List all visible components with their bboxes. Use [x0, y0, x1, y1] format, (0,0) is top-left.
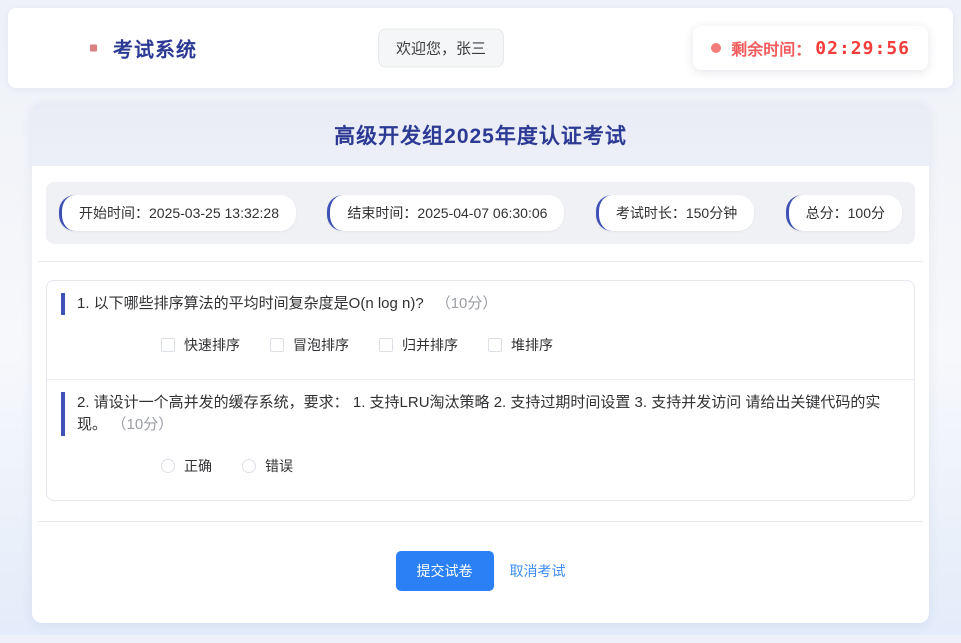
checkbox-option-quicksort[interactable]: 快速排序 [161, 335, 240, 355]
radio-icon[interactable] [242, 459, 256, 473]
meta-duration: 考试时长：150分钟 [595, 195, 755, 231]
question-2-score: （10分） [119, 416, 174, 433]
checkbox-option-mergesort[interactable]: 归并排序 [379, 335, 458, 355]
radio-option-correct[interactable]: 正确 [161, 456, 212, 476]
question-2-text: 2. 请设计一个高并发的缓存系统，要求： 1. 支持LRU淘汰策略 2. 支持过… [77, 394, 881, 433]
timer-label: 剩余时间： [731, 42, 812, 59]
timer-dot-icon [711, 43, 722, 53]
remaining-time-card: 剩余时间： 02:29:56 [693, 26, 928, 70]
radio-option-wrong[interactable]: 错误 [242, 456, 293, 476]
brand: 考试系统 [90, 34, 197, 63]
question-2-options: 正确 错误 [161, 456, 890, 476]
app-title: 考试系统 [113, 39, 197, 62]
checkbox-option-bubblesort[interactable]: 冒泡排序 [270, 335, 349, 355]
checkbox-icon[interactable] [488, 338, 502, 352]
radio-icon[interactable] [161, 459, 175, 473]
exam-title-band: 高级开发组2025年度认证考试 [32, 103, 929, 166]
meta-total-score: 总分：100分 [785, 195, 902, 231]
checkbox-option-heapsort[interactable]: 堆排序 [488, 335, 553, 355]
option-label[interactable]: 快速排序 [184, 335, 240, 355]
meta-start-time: 开始时间：2025-03-25 13:32:28 [59, 195, 296, 231]
checkbox-icon[interactable] [379, 338, 393, 352]
logo-icon [90, 44, 97, 52]
option-label[interactable]: 归并排序 [402, 335, 458, 355]
option-label[interactable]: 错误 [265, 456, 293, 476]
question-1: 1. 以下哪些排序算法的平均时间复杂度是O(n log n)? （10分） 快速排… [47, 281, 914, 379]
cancel-exam-link[interactable]: 取消考试 [510, 561, 566, 581]
question-1-title: 1. 以下哪些排序算法的平均时间复杂度是O(n log n)? （10分） [61, 293, 890, 315]
divider [38, 261, 923, 262]
footer-actions: 提交试卷 取消考试 [32, 522, 929, 623]
checkbox-icon[interactable] [270, 338, 284, 352]
question-2-title: 2. 请设计一个高并发的缓存系统，要求： 1. 支持LRU淘汰策略 2. 支持过… [61, 392, 890, 436]
option-label[interactable]: 正确 [184, 456, 212, 476]
timer-value: 02:29:56 [815, 37, 910, 59]
app-header: 考试系统 欢迎您，张三 剩余时间： 02:29:56 [8, 8, 953, 88]
exam-meta-bar: 开始时间：2025-03-25 13:32:28 结束时间：2025-04-07… [46, 182, 915, 244]
question-2: 2. 请设计一个高并发的缓存系统，要求： 1. 支持LRU淘汰策略 2. 支持过… [47, 380, 914, 500]
option-label[interactable]: 堆排序 [511, 335, 553, 355]
meta-end-time: 结束时间：2025-04-07 06:30:06 [327, 195, 565, 231]
welcome-badge: 欢迎您，张三 [378, 28, 505, 68]
exam-title: 高级开发组2025年度认证考试 [334, 125, 627, 148]
questions-container: 1. 以下哪些排序算法的平均时间复杂度是O(n log n)? （10分） 快速排… [46, 280, 915, 501]
option-label[interactable]: 冒泡排序 [293, 335, 349, 355]
exam-card: 高级开发组2025年度认证考试 开始时间：2025-03-25 13:32:28… [32, 103, 929, 623]
question-1-score: （10分） [435, 295, 498, 312]
question-1-text: 1. 以下哪些排序算法的平均时间复杂度是O(n log n)? [77, 295, 424, 312]
question-1-options: 快速排序 冒泡排序 归并排序 堆排序 [161, 335, 890, 355]
checkbox-icon[interactable] [161, 338, 175, 352]
submit-exam-button[interactable]: 提交试卷 [395, 551, 494, 591]
